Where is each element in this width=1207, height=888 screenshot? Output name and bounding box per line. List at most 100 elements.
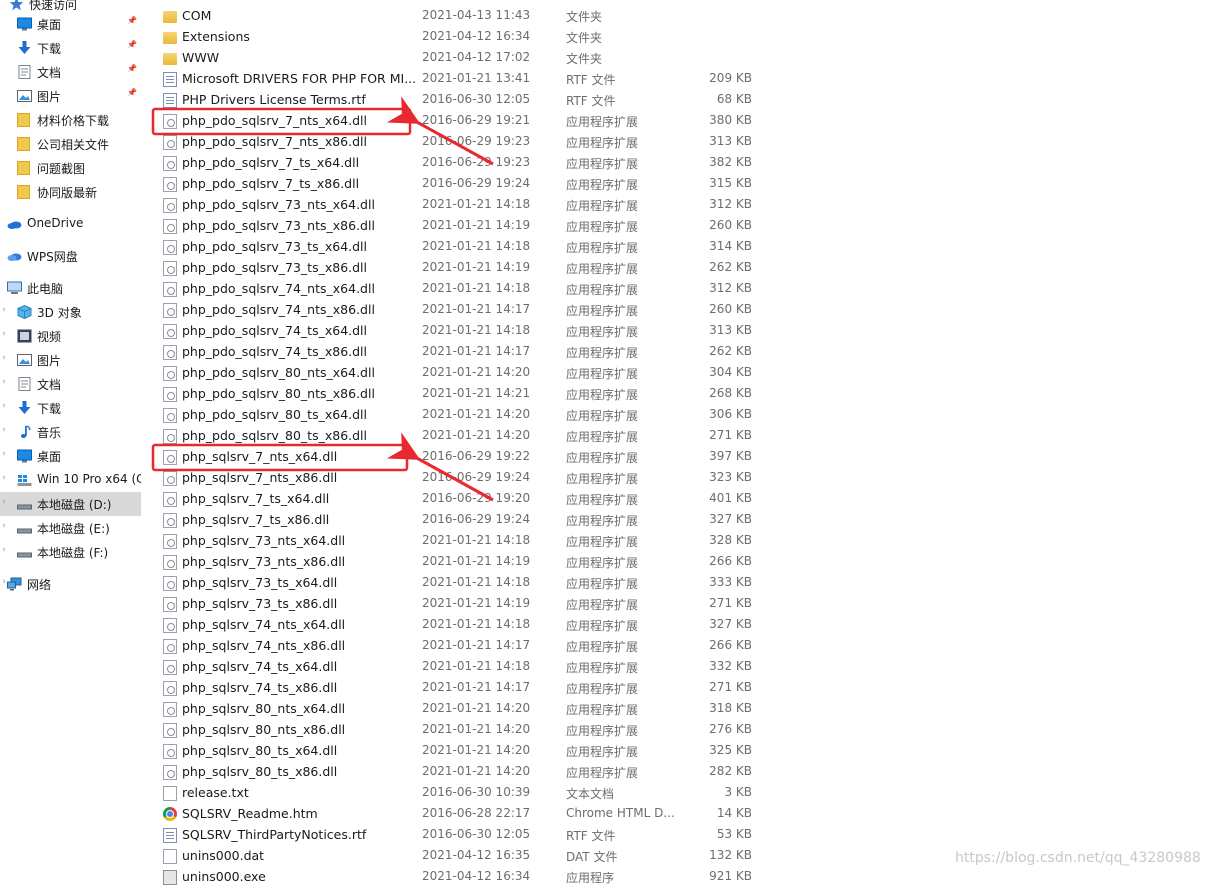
file-date: 2016-06-29 19:23 — [422, 134, 531, 148]
file-row[interactable]: php_pdo_sqlsrv_73_nts_x64.dll 2021-01-21 … — [141, 195, 1207, 216]
file-row[interactable]: Extensions 2021-04-12 16:34 文件夹 — [141, 27, 1207, 48]
file-date: 2021-01-21 14:18 — [422, 197, 531, 211]
nav-item[interactable]: › 本地磁盘 (E:) — [0, 516, 141, 540]
file-name: php_pdo_sqlsrv_7_ts_x86.dll — [182, 176, 360, 191]
nav-item[interactable]: 图片 📌 — [0, 84, 141, 108]
file-size: 382 KB — [709, 155, 752, 169]
chevron-right-icon[interactable]: › — [0, 425, 8, 435]
nav-item[interactable]: WPS网盘 — [0, 244, 141, 268]
nav-item[interactable]: › 音乐 — [0, 420, 141, 444]
nav-item[interactable]: › 图片 — [0, 348, 141, 372]
file-row[interactable]: php_pdo_sqlsrv_74_ts_x86.dll 2021-01-21 1… — [141, 342, 1207, 363]
file-row[interactable]: php_sqlsrv_74_ts_x86.dll 2021-01-21 14:17… — [141, 678, 1207, 699]
chevron-right-icon[interactable]: › — [0, 329, 8, 339]
nav-item[interactable]: 下载 📌 — [0, 36, 141, 60]
file-date: 2021-01-21 14:18 — [422, 323, 531, 337]
nav-item[interactable]: › 文档 — [0, 372, 141, 396]
file-row[interactable]: php_sqlsrv_80_nts_x86.dll 2021-01-21 14:2… — [141, 720, 1207, 741]
file-row[interactable]: php_sqlsrv_80_ts_x64.dll 2021-01-21 14:20… — [141, 741, 1207, 762]
file-row[interactable]: Microsoft DRIVERS FOR PHP FOR MI... 2021-… — [141, 69, 1207, 90]
nav-item[interactable]: OneDrive — [0, 212, 141, 236]
chevron-right-icon[interactable]: › — [0, 545, 8, 555]
file-row[interactable]: php_sqlsrv_80_ts_x86.dll 2021-01-21 14:20… — [141, 762, 1207, 783]
nav-item[interactable]: › 3D 对象 — [0, 300, 141, 324]
file-row[interactable]: php_pdo_sqlsrv_7_nts_x64.dll 2016-06-29 1… — [141, 111, 1207, 132]
file-type: 应用程序扩展 — [566, 682, 639, 696]
file-type: 应用程序扩展 — [566, 619, 639, 633]
file-row[interactable]: php_sqlsrv_7_ts_x86.dll 2016-06-29 19:24 应… — [141, 510, 1207, 531]
file-row[interactable]: release.txt 2016-06-30 10:39 文本文档 3 KB — [141, 783, 1207, 804]
chevron-right-icon[interactable]: › — [0, 473, 8, 483]
nav-item[interactable]: 此电脑 — [0, 276, 141, 300]
nav-item[interactable]: › 下载 — [0, 396, 141, 420]
file-row[interactable]: unins000.exe 2021-04-12 16:34 应用程序 921 KB — [141, 867, 1207, 888]
file-row[interactable]: php_pdo_sqlsrv_80_ts_x64.dll 2021-01-21 1… — [141, 405, 1207, 426]
nav-item[interactable]: 桌面 📌 — [0, 12, 141, 36]
chevron-right-icon[interactable]: › — [0, 353, 8, 363]
file-row[interactable]: php_sqlsrv_73_nts_x64.dll 2021-01-21 14:1… — [141, 531, 1207, 552]
document-icon — [17, 65, 32, 79]
chevron-right-icon[interactable]: › — [0, 521, 8, 531]
file-row[interactable]: php_sqlsrv_74_nts_x64.dll 2021-01-21 14:1… — [141, 615, 1207, 636]
file-row[interactable]: php_pdo_sqlsrv_73_ts_x86.dll 2021-01-21 1… — [141, 258, 1207, 279]
chevron-right-icon[interactable]: › — [0, 401, 8, 411]
chevron-right-icon[interactable]: › — [0, 449, 8, 459]
nav-item[interactable]: 文档 📌 — [0, 60, 141, 84]
file-row[interactable]: php_sqlsrv_80_nts_x64.dll 2021-01-21 14:2… — [141, 699, 1207, 720]
file-row[interactable]: php_pdo_sqlsrv_73_nts_x86.dll 2021-01-21 … — [141, 216, 1207, 237]
nav-item-label: 视频 — [37, 330, 62, 344]
nav-item-label: 本地磁盘 (D:) — [37, 498, 112, 512]
file-row[interactable]: php_pdo_sqlsrv_7_ts_x64.dll 2016-06-29 19… — [141, 153, 1207, 174]
file-row[interactable]: php_pdo_sqlsrv_80_nts_x64.dll 2021-01-21 … — [141, 363, 1207, 384]
file-row[interactable]: php_sqlsrv_73_ts_x64.dll 2021-01-21 14:18… — [141, 573, 1207, 594]
file-row[interactable]: php_sqlsrv_73_ts_x86.dll 2021-01-21 14:19… — [141, 594, 1207, 615]
nav-item[interactable]: › 本地磁盘 (F:) — [0, 540, 141, 564]
nav-item[interactable]: › 视频 — [0, 324, 141, 348]
file-type: 文件夹 — [566, 31, 603, 45]
nav-item-label: WPS网盘 — [27, 250, 78, 264]
nav-item[interactable]: › 桌面 — [0, 444, 141, 468]
nav-item[interactable]: › 本地磁盘 (D:) — [0, 492, 141, 516]
file-row[interactable]: php_pdo_sqlsrv_74_nts_x64.dll 2021-01-21 … — [141, 279, 1207, 300]
file-row[interactable]: php_pdo_sqlsrv_74_nts_x86.dll 2021-01-21 … — [141, 300, 1207, 321]
file-row[interactable]: SQLSRV_Readme.htm 2016-06-28 22:17 Chrome … — [141, 804, 1207, 825]
folder-icon — [163, 53, 177, 65]
nav-item[interactable]: 协同版最新 — [0, 180, 141, 204]
file-date: 2016-06-29 19:22 — [422, 449, 531, 463]
dll-icon — [163, 492, 177, 507]
file-row[interactable]: PHP Drivers License Terms.rtf 2016-06-30 … — [141, 90, 1207, 111]
nav-item[interactable]: › 网络 — [0, 572, 141, 596]
file-type: 应用程序扩展 — [566, 346, 639, 360]
file-date: 2016-06-30 12:05 — [422, 92, 531, 106]
chevron-right-icon[interactable]: › — [0, 305, 8, 315]
chevron-right-icon[interactable]: › — [0, 497, 8, 507]
file-row[interactable]: php_pdo_sqlsrv_7_nts_x86.dll 2016-06-29 1… — [141, 132, 1207, 153]
file-row[interactable]: php_sqlsrv_74_ts_x64.dll 2021-01-21 14:18… — [141, 657, 1207, 678]
file-icon — [163, 849, 177, 864]
file-row[interactable]: php_sqlsrv_7_nts_x86.dll 2016-06-29 19:24… — [141, 468, 1207, 489]
file-row[interactable]: php_pdo_sqlsrv_73_ts_x64.dll 2021-01-21 1… — [141, 237, 1207, 258]
file-row[interactable]: php_pdo_sqlsrv_7_ts_x86.dll 2016-06-29 19… — [141, 174, 1207, 195]
nav-item[interactable]: 材料价格下载 — [0, 108, 141, 132]
nav-item-label: 公司相关文件 — [37, 138, 110, 152]
file-row[interactable]: php_sqlsrv_74_nts_x86.dll 2021-01-21 14:1… — [141, 636, 1207, 657]
file-row[interactable]: php_pdo_sqlsrv_74_ts_x64.dll 2021-01-21 1… — [141, 321, 1207, 342]
file-row[interactable]: php_sqlsrv_7_nts_x64.dll 2016-06-29 19:22… — [141, 447, 1207, 468]
file-type: 应用程序扩展 — [566, 262, 639, 276]
chevron-right-icon[interactable]: › — [0, 377, 8, 387]
nav-item[interactable]: 公司相关文件 — [0, 132, 141, 156]
rtf-icon — [163, 93, 177, 108]
file-type: 应用程序扩展 — [566, 367, 639, 381]
file-row[interactable]: php_sqlsrv_73_nts_x86.dll 2021-01-21 14:1… — [141, 552, 1207, 573]
file-row[interactable]: COM 2021-04-13 11:43 文件夹 — [141, 6, 1207, 27]
file-row[interactable]: php_pdo_sqlsrv_80_nts_x86.dll 2021-01-21 … — [141, 384, 1207, 405]
file-size: 332 KB — [709, 659, 752, 673]
nav-item[interactable]: 问题截图 — [0, 156, 141, 180]
file-row[interactable]: WWW 2021-04-12 17:02 文件夹 — [141, 48, 1207, 69]
nav-item[interactable]: › Win 10 Pro x64 (C — [0, 468, 141, 492]
file-row[interactable]: SQLSRV_ThirdPartyNotices.rtf 2016-06-30 1… — [141, 825, 1207, 846]
file-row[interactable]: php_sqlsrv_7_ts_x64.dll 2016-06-29 19:20 应… — [141, 489, 1207, 510]
file-row[interactable]: php_pdo_sqlsrv_80_ts_x86.dll 2021-01-21 1… — [141, 426, 1207, 447]
file-size: 260 KB — [709, 302, 752, 316]
file-date: 2021-04-13 11:43 — [422, 8, 531, 22]
